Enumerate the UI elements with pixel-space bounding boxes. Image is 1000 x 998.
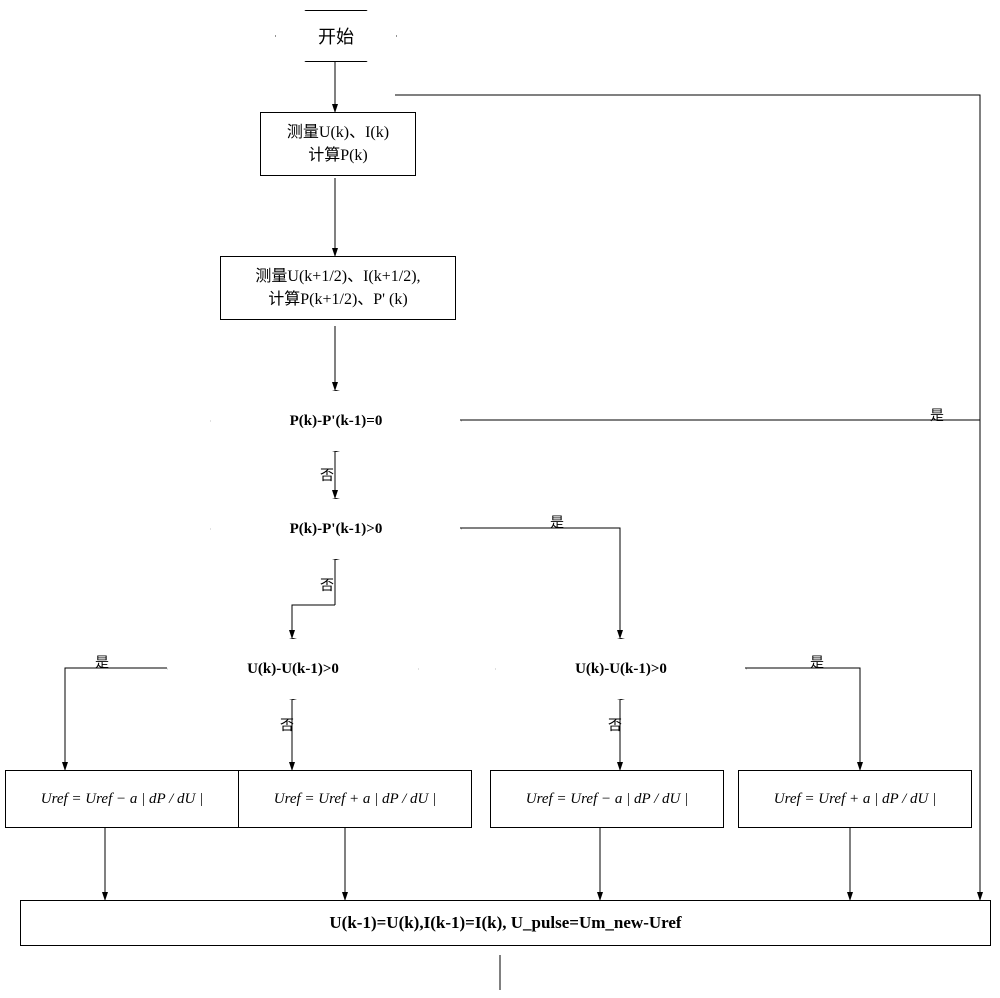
d3r-label: U(k)-U(k-1)>0 — [575, 661, 667, 678]
d1-no-label: 否 — [320, 465, 334, 485]
measure2-process: 测量U(k+1/2)、I(k+1/2), 计算P(k+1/2)、P' (k) — [220, 256, 456, 320]
decision2-pk-greater-zero: P(k)-P'(k-1)>0 — [210, 498, 462, 560]
d1-yes-label: 是 — [930, 405, 944, 425]
f3-text: Uref = Uref − a | dP / dU | — [526, 791, 689, 808]
formula2-uref-plus: Uref = Uref + a | dP / dU | — [238, 770, 472, 828]
measure2-line1: 测量U(k+1/2)、I(k+1/2), — [255, 265, 420, 288]
d1-label: P(k)-P'(k-1)=0 — [290, 413, 383, 430]
d3l-yes-label: 是 — [95, 652, 109, 672]
d3l-no-label: 否 — [280, 715, 294, 735]
f4-text: Uref = Uref + a | dP / dU | — [774, 791, 937, 808]
d3r-no-label: 否 — [608, 715, 622, 735]
formula1-uref-minus: Uref = Uref − a | dP / dU | — [5, 770, 239, 828]
d3l-label: U(k)-U(k-1)>0 — [247, 661, 339, 678]
start-label: 开始 — [318, 23, 354, 49]
formula3-uref-minus: Uref = Uref − a | dP / dU | — [490, 770, 724, 828]
d2-no-label: 否 — [320, 575, 334, 595]
decision1-pk-equal-zero: P(k)-P'(k-1)=0 — [210, 390, 462, 452]
measure1-line2: 计算P(k) — [287, 144, 389, 167]
f2-text: Uref = Uref + a | dP / dU | — [274, 791, 437, 808]
measure1-line1: 测量U(k)、I(k) — [287, 121, 389, 144]
update-text: U(k-1)=U(k),I(k-1)=I(k), U_pulse=Um_new-… — [329, 913, 681, 933]
decision3-right-uk: U(k)-U(k-1)>0 — [495, 638, 747, 700]
measure1-process: 测量U(k)、I(k) 计算P(k) — [260, 112, 416, 176]
d2-label: P(k)-P'(k-1)>0 — [290, 521, 383, 538]
formula4-uref-plus: Uref = Uref + a | dP / dU | — [738, 770, 972, 828]
f1-text: Uref = Uref − a | dP / dU | — [41, 791, 204, 808]
d3r-yes-label: 是 — [810, 652, 824, 672]
measure2-line2: 计算P(k+1/2)、P' (k) — [255, 288, 420, 311]
decision3-left-uk: U(k)-U(k-1)>0 — [167, 638, 419, 700]
start-node: 开始 — [275, 10, 397, 62]
d2-yes-label: 是 — [550, 512, 564, 532]
update-process: U(k-1)=U(k),I(k-1)=I(k), U_pulse=Um_new-… — [20, 900, 991, 946]
